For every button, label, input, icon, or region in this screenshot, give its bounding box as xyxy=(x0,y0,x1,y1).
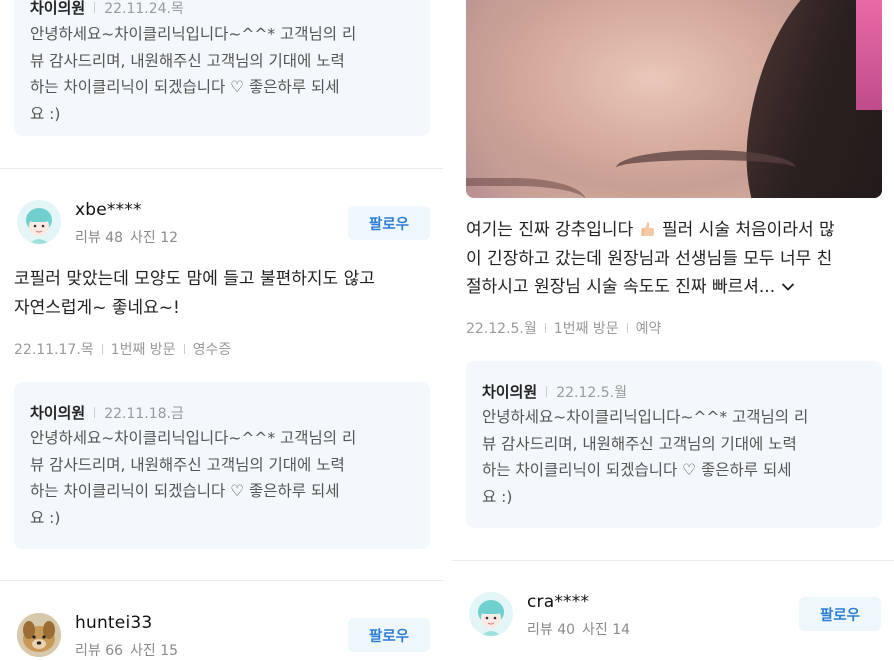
reply-date: 22.11.18.금 xyxy=(104,406,184,422)
avatar xyxy=(17,613,61,657)
reply-author: 차이의원 xyxy=(30,404,86,422)
follow-button[interactable]: 팔로우 xyxy=(348,618,430,652)
review-date: 22.12.5.월 xyxy=(466,321,537,337)
left-review-column: 차이의원 22.11.24.목 안녕하세요~차이클리닉입니다~^^* 고객님의 … xyxy=(0,0,443,659)
avatar xyxy=(17,200,61,244)
review-meta: 22.11.17.목 1번째 방문 영수증 xyxy=(14,339,231,359)
divider xyxy=(0,168,443,169)
divider xyxy=(0,580,443,581)
reviewer-name[interactable]: xbe**** xyxy=(75,200,178,220)
reply-author: 차이의원 xyxy=(482,383,538,401)
owner-reply: 차이의원 22.11.24.목 안녕하세요~차이클리닉입니다~^^* 고객님의 … xyxy=(14,0,430,136)
reviewer-stats: 리뷰 66 사진 15 xyxy=(75,643,179,659)
reviewer-name[interactable]: cra**** xyxy=(527,592,630,612)
dog-photo-avatar-icon xyxy=(17,613,61,657)
review-text[interactable]: 여기는 진짜 강추입니다 필러 시술 처음이라서 많 이 긴장하고 갔는데 원장… xyxy=(466,216,890,302)
reviewer-stats: 리뷰 48 사진 12 xyxy=(75,230,179,246)
visit-count: 1번째 방문 xyxy=(110,342,176,358)
reviewer-name[interactable]: huntei33 xyxy=(75,613,178,633)
owner-reply: 차이의원 22.11.18.금 안녕하세요~차이클리닉입니다~^^* 고객님의 … xyxy=(14,382,430,549)
reply-date: 22.11.24.목 xyxy=(104,1,184,17)
reviewer-profile[interactable]: huntei33 리뷰 66 사진 15 xyxy=(17,613,178,660)
default-avatar-icon xyxy=(17,200,61,244)
follow-button[interactable]: 팔로우 xyxy=(348,206,430,240)
review-meta: 22.12.5.월 1번째 방문 예약 xyxy=(466,318,661,338)
reply-author: 차이의원 xyxy=(30,0,86,17)
avatar xyxy=(469,592,513,636)
reviewer-stats: 리뷰 40 사진 14 xyxy=(527,622,631,638)
right-review-column: 여기는 진짜 강추입니다 필러 시술 처음이라서 많 이 긴장하고 갔는데 원장… xyxy=(452,0,894,659)
default-avatar-icon xyxy=(469,592,513,636)
review-text[interactable]: 코필러 맞았는데 모양도 맘에 들고 불편하지도 않고 자연스럽게~ 좋네요~! xyxy=(14,265,434,322)
reply-text: 안녕하세요~차이클리닉입니다~^^* 고객님의 리 뷰 감사드리며, 내원해주신… xyxy=(30,25,357,123)
reply-text: 안녕하세요~차이클리닉입니다~^^* 고객님의 리 뷰 감사드리며, 내원해주신… xyxy=(30,429,357,527)
reviewer-profile[interactable]: xbe**** 리뷰 48 사진 12 xyxy=(17,200,178,247)
owner-reply: 차이의원 22.12.5.월 안녕하세요~차이클리닉입니다~^^* 고객님의 리… xyxy=(466,361,882,528)
review-date: 22.11.17.목 xyxy=(14,342,94,358)
divider xyxy=(452,560,894,561)
follow-button[interactable]: 팔로우 xyxy=(799,597,881,631)
reply-text: 안녕하세요~차이클리닉입니다~^^* 고객님의 리 뷰 감사드리며, 내원해주신… xyxy=(482,408,809,506)
reply-date: 22.12.5.월 xyxy=(556,385,627,401)
verification-badge: 예약 xyxy=(635,321,662,337)
chevron-down-icon[interactable] xyxy=(781,282,795,292)
verification-badge: 영수증 xyxy=(192,342,232,358)
thumbs-up-emoji-icon xyxy=(641,222,654,236)
reviewer-profile[interactable]: cra**** 리뷰 40 사진 14 xyxy=(469,592,630,639)
visit-count: 1번째 방문 xyxy=(553,321,619,337)
review-photo[interactable] xyxy=(466,0,882,198)
